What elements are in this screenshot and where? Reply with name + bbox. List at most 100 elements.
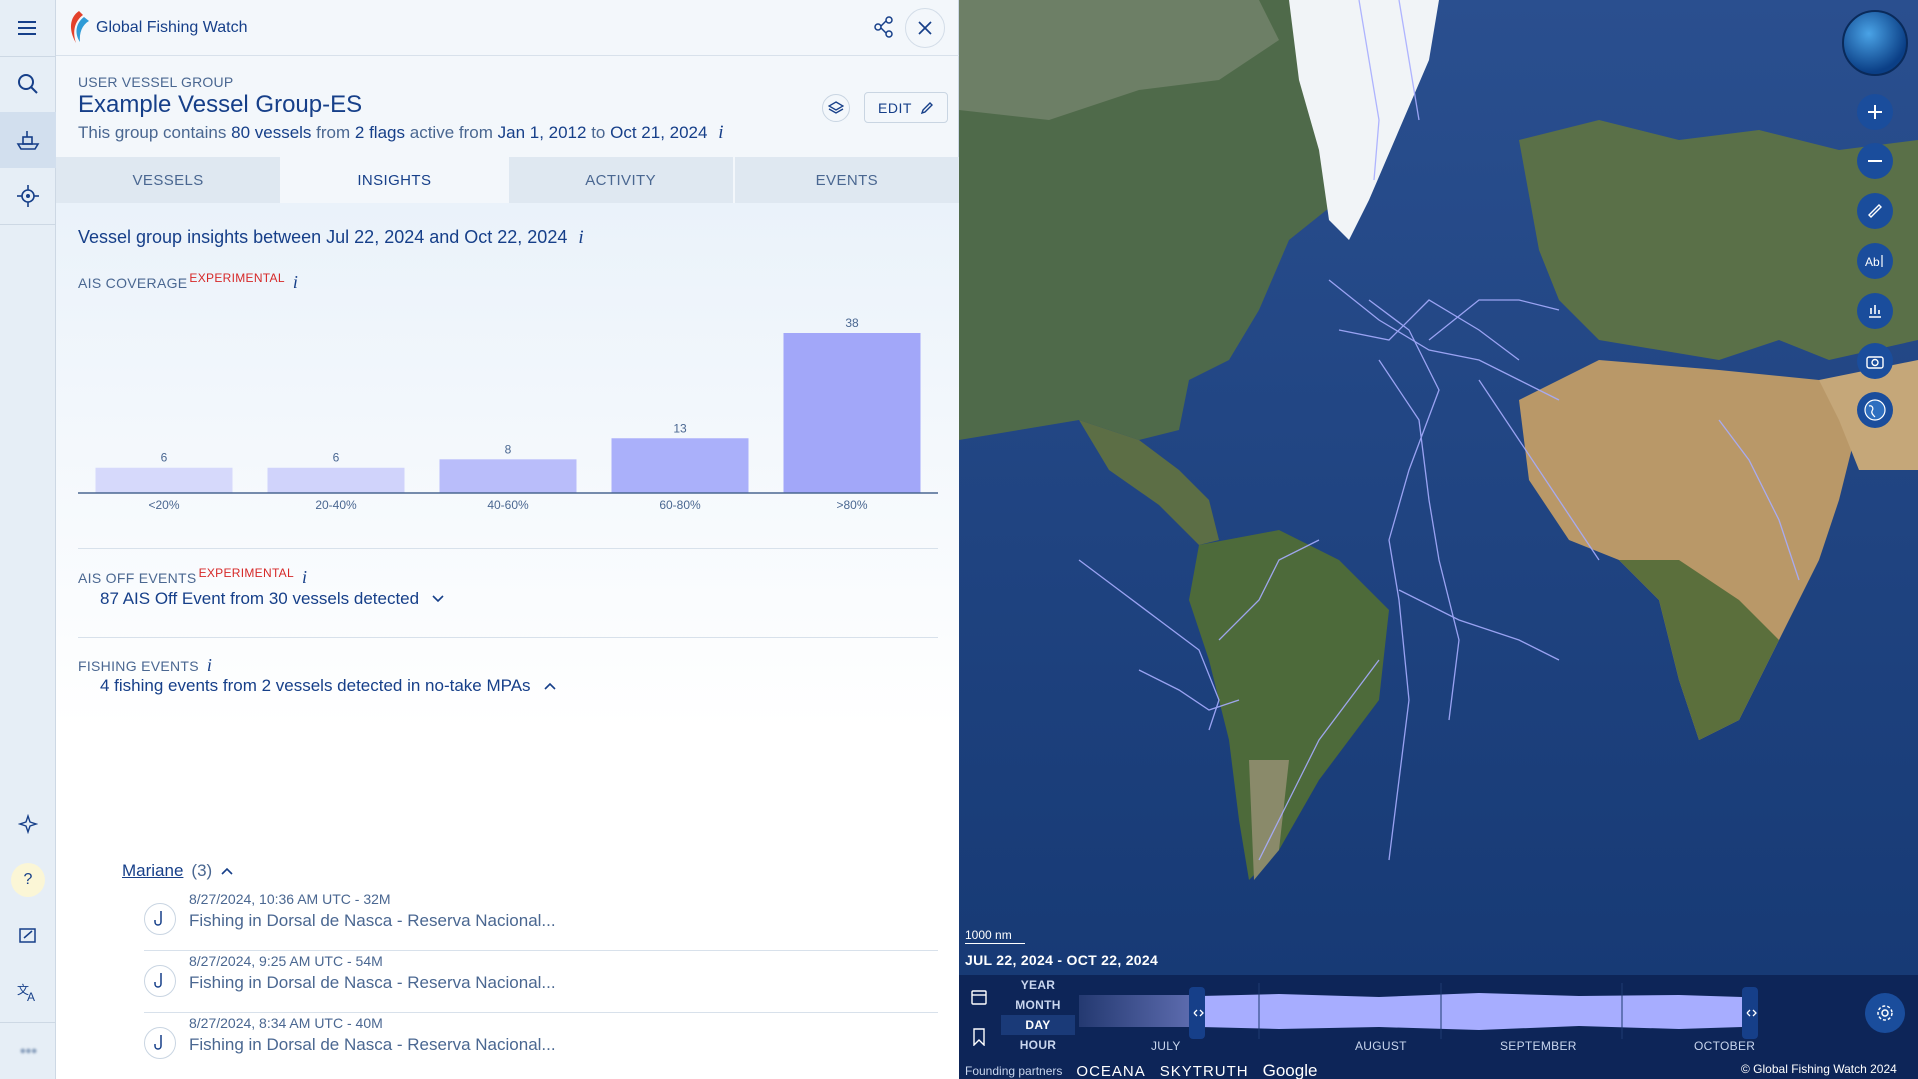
feedback-button[interactable] [0,908,56,964]
partner-oceana[interactable]: OCEANA [1076,1063,1145,1079]
bar-value-label: 38 [845,316,859,330]
ais-coverage-info-icon[interactable]: i [293,272,298,292]
coverage-bar[interactable] [439,459,577,493]
group-title: Example Vessel Group-ES [78,91,363,118]
gear-icon [1877,1005,1893,1021]
chevron-up-icon [221,867,233,875]
range-handle-start[interactable] [1189,987,1205,1039]
event-row[interactable]: 8/27/2024, 8:34 AM UTC - 40M Fishing in … [144,1013,938,1075]
section-divider [78,548,938,549]
chevron-up-icon [543,682,556,690]
svg-text:A: A [27,990,35,1002]
coverage-bar[interactable] [611,438,749,493]
fishing-hook-icon [144,903,176,935]
zoom-out-button[interactable] [1857,143,1893,179]
app-title: Global Fishing Watch [96,19,248,36]
bookmark-button[interactable] [965,1023,993,1051]
section-divider [78,637,938,638]
reef-icon [17,185,39,207]
month-label: JULY [1151,1039,1181,1053]
sidebar-panel: Global Fishing Watch USER VESSEL GROUP E… [56,0,959,1079]
insights-title: Vessel group insights between Jul 22, 20… [78,227,584,248]
x-tick-label: 60-80% [659,498,701,512]
gfw-logo-icon [70,11,89,43]
avatar: ●●● [19,1045,38,1057]
coverage-bar[interactable] [783,333,921,493]
activity-track[interactable] [1079,983,1769,1047]
translate-icon: 文A [17,982,35,1002]
menu-button[interactable] [0,0,56,56]
fishing-hook-icon [144,1027,176,1059]
annotation-button[interactable]: Ab [1857,243,1893,279]
fishing-summary[interactable]: 4 fishing events from 2 vessels detected… [100,676,557,696]
report-button[interactable] [1857,293,1893,329]
bar-value-label: 6 [161,451,168,465]
tab-vessels[interactable]: VESSELS [56,157,283,203]
search-button[interactable] [0,56,56,112]
x-tick-label: 40-60% [487,498,529,512]
group-info-icon[interactable]: i [718,122,723,143]
search-icon [18,74,38,94]
ai-button[interactable] [0,796,56,852]
tab-insights[interactable]: INSIGHTS [282,157,509,203]
fishing-hook-icon [144,965,176,997]
partner-google[interactable]: Google [1263,1061,1318,1079]
language-button[interactable]: 文A [0,964,56,1020]
range-handle-end[interactable] [1742,987,1758,1039]
layers-button[interactable] [822,94,850,122]
close-button[interactable] [905,8,945,48]
bar-value-label: 6 [333,451,340,465]
event-row[interactable]: 8/27/2024, 10:36 AM UTC - 32M Fishing in… [144,889,938,951]
copyright: © Global Fishing Watch 2024 [1741,1062,1897,1076]
nav-rail: ? 文A ●●● [0,0,56,1079]
scale-month[interactable]: MONTH [1001,995,1075,1015]
app-header: Global Fishing Watch [56,0,959,56]
globe-view-button[interactable] [1842,10,1908,76]
fishing-info-icon[interactable]: i [207,655,212,675]
x-tick-label: 20-40% [315,498,357,512]
layers-library-button[interactable] [0,168,56,224]
calendar-button[interactable] [965,983,993,1011]
experimental-badge: EXPERIMENTAL [198,566,294,580]
experimental-badge: EXPERIMENTAL [189,271,285,285]
vessel-link-mariane[interactable]: Mariane (3) [122,861,234,881]
feedback-icon [19,928,36,943]
coverage-bar[interactable] [267,467,405,493]
user-button[interactable]: ●●● [0,1023,56,1079]
scale-day[interactable]: DAY [1001,1015,1075,1035]
zoom-in-button[interactable] [1857,94,1893,130]
event-row[interactable]: 8/27/2024, 9:25 AM UTC - 54M Fishing in … [144,951,938,1013]
timebar: YEAR MONTH DAY HOUR JULY AUGUST SEPTEMBE… [959,975,1918,1079]
share-icon[interactable] [874,16,894,38]
partner-skytruth[interactable]: SKYTRUTH [1160,1063,1249,1079]
basemap-button[interactable] [1857,392,1893,428]
map-scale: 1000 nm [965,928,1025,944]
edit-label: EDIT [878,99,912,116]
month-label: AUGUST [1355,1039,1407,1053]
pencil-icon [920,101,933,114]
founding-partners: Founding partners OCEANA SKYTRUTH Google [965,1061,1318,1079]
month-label: OCTOBER [1694,1039,1756,1053]
scale-year[interactable]: YEAR [1001,975,1075,995]
satellite-basemap [959,0,1918,975]
tab-events[interactable]: EVENTS [734,157,959,203]
ais-off-info-icon[interactable]: i [302,567,307,587]
ais-off-summary[interactable]: 87 AIS Off Event from 30 vessels detecte… [100,589,445,609]
help-button[interactable]: ? [0,852,56,908]
insights-info-icon[interactable]: i [578,227,583,248]
ais-coverage-chart: 6 <20% 6 20-40% 8 40-60% 13 60-80% 38 >80% [78,316,938,512]
coverage-bar[interactable] [95,467,233,493]
vessel-groups-button[interactable] [0,112,56,168]
help-icon: ? [11,863,45,897]
ais-coverage-label: AIS COVERAGE EXPERIMENTAL i [78,271,299,292]
text-annotation-icon: Ab [1865,255,1883,269]
tab-activity[interactable]: ACTIVITY [508,157,735,203]
edit-button[interactable]: EDIT [864,92,948,123]
scale-hour[interactable]: HOUR [1001,1035,1075,1055]
timebar-settings-button[interactable] [1865,993,1905,1033]
ruler-button[interactable] [1857,193,1893,229]
x-tick-label: >80% [836,498,867,512]
map-canvas[interactable] [959,0,1918,975]
screenshot-button[interactable] [1857,343,1893,379]
calendar-icon [971,990,987,1005]
